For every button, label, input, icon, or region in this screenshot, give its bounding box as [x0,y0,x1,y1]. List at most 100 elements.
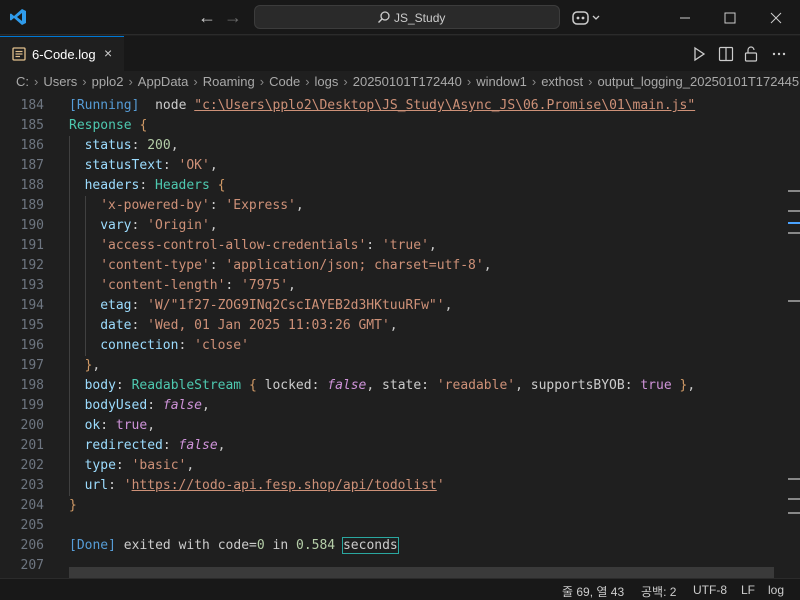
code-line[interactable]: 191 'access-control-allow-credentials': '… [0,236,785,256]
breadcrumb-item[interactable]: Users [43,74,77,89]
code-token: 0.584 [296,538,336,553]
code-line[interactable]: 192 'content-type': 'application/json; ch… [0,256,785,276]
code-line[interactable]: 189 'x-powered-by': 'Express', [0,196,785,216]
back-arrow-icon[interactable]: ← [197,8,217,28]
maximize-icon[interactable] [720,8,740,28]
indent-guide [84,256,86,276]
code-line[interactable]: 190 vary: 'Origin', [0,216,785,236]
run-icon[interactable] [690,45,708,63]
code-line[interactable]: 194 etag: 'W/"1f27-ZOG9INq2CscIAYEB2d3HKt… [0,296,785,316]
code-token: : [131,318,148,333]
forward-arrow-icon[interactable]: → [223,8,243,28]
code-token: 'close' [194,338,249,353]
code-line[interactable]: 193 'content-length': '7975', [0,276,785,296]
breadcrumb-item[interactable]: 20250101T172440 [353,74,462,89]
tab-close-icon[interactable]: × [104,45,112,61]
scrollbar-marker [788,300,800,302]
code-line[interactable]: 195 date: 'Wed, 01 Jan 2025 11:03:26 GMT'… [0,316,785,336]
vertical-scrollbar[interactable] [785,96,800,578]
indent-guide [84,216,86,236]
tab-6-code-log[interactable]: 6-Code.log × [0,36,124,71]
breadcrumb-item[interactable]: exthost [541,74,583,89]
breadcrumb-item[interactable]: output_logging_20250101T172445 [597,74,799,89]
breadcrumb-item[interactable]: Roaming [203,74,255,89]
code-token: : [162,438,179,453]
indentation[interactable]: 공백: 2 [641,583,676,600]
code-text: type: 'basic', [85,456,195,476]
code-token: false [162,398,203,413]
code-line[interactable]: 203 url: 'https://todo-api.fesp.shop/api/… [0,476,785,496]
code-token: 'Origin' [147,218,210,233]
code-line[interactable]: 198 body: ReadableStream { locked: false,… [0,376,785,396]
code-line[interactable]: 184 [Running] node "c:\Users\pplo2\Deskto… [0,96,785,116]
indent-guide [69,456,70,476]
code-line[interactable]: 200 ok: true, [0,416,785,436]
code-token: locked: [256,378,328,393]
code-token: date [100,318,132,333]
code-token: : [131,298,148,313]
breadcrumb-separator-icon: › [466,74,472,89]
end-of-line[interactable]: LF [741,583,755,597]
tab-bar: 6-Code.log × [0,36,800,71]
breadcrumb-item[interactable]: logs [315,74,339,89]
horizontal-scrollbar[interactable] [69,567,774,578]
indent-guide [69,296,70,316]
code-token: , [170,138,179,153]
breadcrumb-separator-icon: › [128,74,133,89]
code-text: body: ReadableStream { locked: false, st… [85,376,696,396]
copilot-icon[interactable] [571,9,603,27]
code-token: etag [100,298,132,313]
indent-guide [69,236,70,256]
code-line[interactable]: 206 [Done] exited with code=0 in 0.584 se… [0,536,785,556]
code-token: seconds [341,537,399,554]
line-number: 203 [20,478,44,493]
code-token: : [131,138,148,153]
log-file-icon [12,47,26,61]
breadcrumb-item[interactable]: window1 [476,74,527,89]
indent-guide [69,216,70,236]
code-token: : [139,178,156,193]
more-actions-icon[interactable] [770,45,788,63]
code-line[interactable]: 205 [0,516,785,536]
code-text: status: 200, [85,136,179,156]
unlock-icon[interactable] [742,45,760,63]
code-token: : [131,218,148,233]
code-line[interactable]: 186 status: 200, [0,136,785,156]
code-line[interactable]: 204} [0,496,785,516]
indent-guide [69,416,70,436]
breadcrumb-item[interactable]: Code [269,74,300,89]
encoding[interactable]: UTF-8 [693,583,727,597]
close-window-icon[interactable] [766,8,786,28]
breadcrumb-item[interactable]: pplo2 [92,74,124,89]
code-token: headers [84,178,140,193]
code-line[interactable]: 196 connection: 'close' [0,336,785,356]
code-line[interactable]: 185 Response { [0,116,785,136]
code-line[interactable]: 187 statusText: 'OK', [0,156,785,176]
code-text: vary: 'Origin', [100,216,217,236]
editor-area[interactable]: 184 [Running] node "c:\Users\pplo2\Deskto… [0,96,785,578]
line-number: 186 [20,138,44,153]
line-number: 199 [20,398,44,413]
command-center-search[interactable]: JS_Study [254,5,560,29]
code-line[interactable]: 197}, [0,356,785,376]
split-editor-icon[interactable] [717,45,735,63]
code-line[interactable]: 201 redirected: false, [0,436,785,456]
line-number: 201 [20,438,44,453]
breadcrumb-item[interactable]: AppData [138,74,189,89]
code-token: , [389,318,398,333]
code-token: true [640,378,672,393]
breadcrumb-item[interactable]: C: [16,74,29,89]
code-token: "c:\Users\pplo2\Desktop\JS_Study\Async_J… [194,98,696,113]
minimize-icon[interactable] [675,8,695,28]
indent-guide [69,176,70,196]
code-token: : [209,258,226,273]
code-token: redirected [84,438,163,453]
code-line[interactable]: 202 type: 'basic', [0,456,785,476]
cursor-position[interactable]: 줄 69, 열 43 [562,583,624,600]
code-line[interactable]: 188 headers: Headers { [0,176,785,196]
line-number: 194 [20,298,44,313]
code-line[interactable]: 199 bodyUsed: false, [0,396,785,416]
language-mode[interactable]: log [768,583,784,597]
code-token: vary [100,218,132,233]
